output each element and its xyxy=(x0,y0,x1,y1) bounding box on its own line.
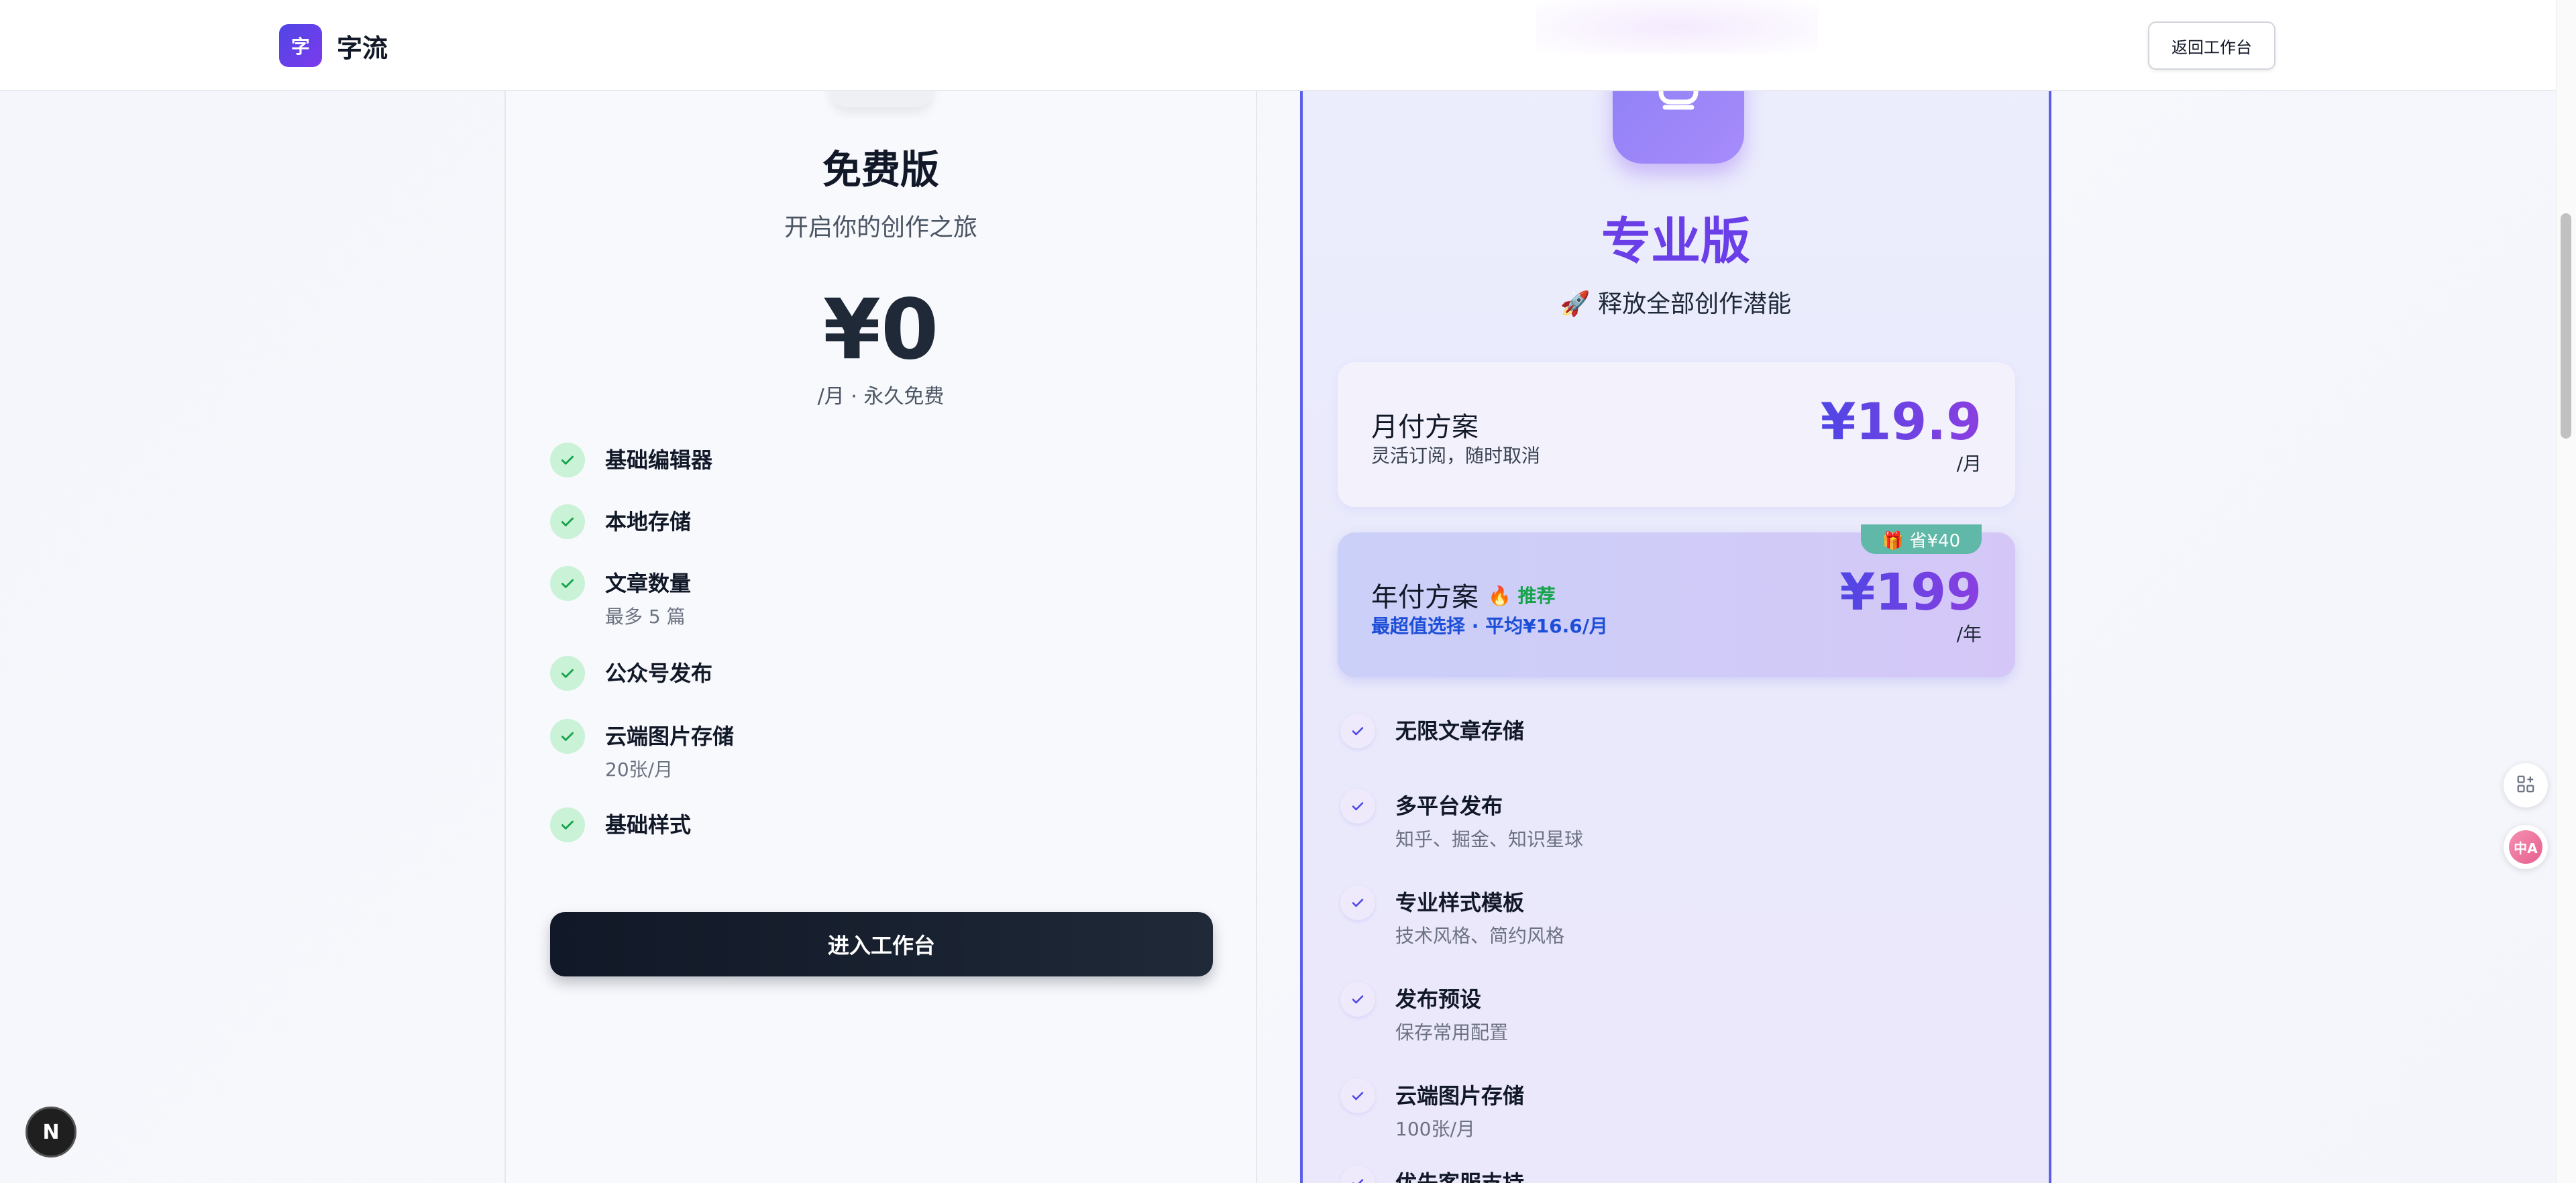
check-icon xyxy=(1340,1078,1375,1113)
free-feature-item: 本地存储 xyxy=(550,504,691,539)
check-icon xyxy=(550,656,585,691)
free-feature-item: 基础样式 xyxy=(550,807,691,842)
feature-title: 公众号发布 xyxy=(605,661,713,686)
pro-plan-subtitle: 🚀 释放全部创作潜能 xyxy=(1560,290,1792,318)
scrollbar-track[interactable] xyxy=(2556,0,2576,1183)
plan-price: ¥19.9 xyxy=(1820,392,1982,451)
scrollbar-thumb[interactable] xyxy=(2561,213,2571,439)
feature-title: 基础样式 xyxy=(605,812,692,838)
feature-title: 专业样式模板 xyxy=(1395,890,1525,915)
feature-title: 云端图片存储 xyxy=(605,724,735,749)
feature-title: 云端图片存储 xyxy=(1395,1083,1525,1109)
plan-unit: /年 xyxy=(1956,623,1982,645)
plan-name: 月付方案 xyxy=(1371,412,1479,443)
feature-title: 优先客服支持 xyxy=(1395,1170,1525,1183)
pro-feature-item: 优先客服支持 xyxy=(1340,1166,1524,1183)
feature-title: 本地存储 xyxy=(605,509,692,534)
pro-feature-item: 专业样式模板 技术风格、简约风格 xyxy=(1340,885,1564,948)
nextjs-dev-indicator[interactable]: N xyxy=(25,1107,76,1158)
pro-feature-item: 发布预设 保存常用配置 xyxy=(1340,982,1508,1045)
free-feature-item: 公众号发布 xyxy=(550,656,712,691)
pro-plan-card: 专业版 🚀 释放全部创作潜能 月付方案 灵活订阅，随时取消 ¥19.9 /月 🎁… xyxy=(1300,0,2051,1183)
apps-grid-button[interactable] xyxy=(2504,763,2548,807)
free-feature-item: 云端图片存储 20张/月 xyxy=(550,719,734,782)
save-badge: 🎁 省¥40 xyxy=(1861,524,1982,554)
free-plan-card: 免费版 开启你的创作之旅 ¥0 /月 · 永久免费 基础编辑器 本地存储 文章数… xyxy=(504,0,1257,1183)
free-feature-item: 文章数量 最多 5 篇 xyxy=(550,566,691,629)
check-icon xyxy=(1340,714,1375,748)
check-icon xyxy=(550,807,585,842)
pro-feature-item: 无限文章存储 xyxy=(1340,714,1524,748)
feature-note: 最多 5 篇 xyxy=(605,606,686,628)
recommended-badge: 🔥 推荐 xyxy=(1488,585,1556,607)
check-icon xyxy=(1340,789,1375,824)
free-plan-period: /月 · 永久免费 xyxy=(817,385,945,408)
feature-note: 20张/月 xyxy=(605,758,674,781)
brand-logo-icon: 字 xyxy=(279,24,322,67)
check-icon xyxy=(1340,982,1375,1017)
check-icon xyxy=(1340,885,1375,920)
brand[interactable]: 字 字流 xyxy=(279,24,388,67)
translate-icon: 中A xyxy=(2509,830,2542,864)
feature-title: 多平台发布 xyxy=(1395,793,1503,819)
apps-grid-icon xyxy=(2516,774,2536,797)
feature-note: 100张/月 xyxy=(1395,1118,1475,1140)
feature-note: 技术风格、简约风格 xyxy=(1395,925,1565,947)
feature-title: 文章数量 xyxy=(605,571,692,596)
brand-name: 字流 xyxy=(337,33,388,63)
plan-description: 最超值选择 · 平均¥16.6/月 xyxy=(1371,615,1608,637)
pro-feature-item: 云端图片存储 100张/月 xyxy=(1340,1078,1524,1141)
pro-feature-item: 多平台发布 知乎、掘金、知识星球 xyxy=(1340,789,1583,852)
plan-price: ¥199 xyxy=(1839,562,1982,622)
plan-unit: /月 xyxy=(1956,453,1982,475)
check-icon xyxy=(550,719,585,754)
feature-title: 无限文章存储 xyxy=(1395,718,1525,744)
plan-name-row: 年付方案 🔥 推荐 xyxy=(1371,575,1556,614)
pro-plan-title: 专业版 xyxy=(1601,213,1750,270)
top-navbar: 字 字流 返回工作台 xyxy=(0,0,2556,91)
feature-note: 保存常用配置 xyxy=(1395,1021,1509,1044)
translate-button[interactable]: 中A xyxy=(2504,825,2548,869)
enter-workspace-button[interactable]: 进入工作台 xyxy=(550,912,1213,976)
free-plan-price: ¥0 xyxy=(822,282,939,378)
feature-note: 知乎、掘金、知识星球 xyxy=(1395,828,1584,850)
check-icon xyxy=(550,443,585,477)
free-feature-item: 基础编辑器 xyxy=(550,443,712,477)
check-icon xyxy=(550,566,585,601)
yearly-plan-option[interactable]: 🎁 省¥40 年付方案 🔥 推荐 最超值选择 · 平均¥16.6/月 ¥199 … xyxy=(1338,524,2015,677)
plan-description: 灵活订阅，随时取消 xyxy=(1371,445,1541,467)
feature-title: 发布预设 xyxy=(1395,987,1482,1012)
back-to-workspace-button[interactable]: 返回工作台 xyxy=(2148,21,2275,70)
check-icon xyxy=(1340,1166,1375,1183)
plan-name: 年付方案 xyxy=(1371,582,1479,613)
feature-title: 基础编辑器 xyxy=(605,447,713,473)
free-plan-subtitle: 开启你的创作之旅 xyxy=(784,214,977,241)
monthly-plan-option[interactable]: 月付方案 灵活订阅，随时取消 ¥19.9 /月 xyxy=(1338,362,2015,507)
check-icon xyxy=(550,504,585,539)
free-plan-title: 免费版 xyxy=(822,147,939,192)
